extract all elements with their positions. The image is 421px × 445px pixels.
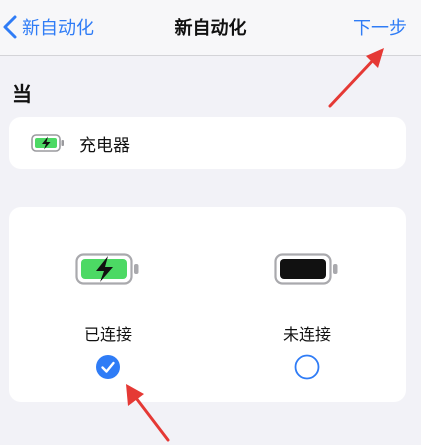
checkmark-circle-icon[interactable] xyxy=(95,354,121,380)
charger-state-options: 已连接 未连接 xyxy=(9,207,406,402)
full-battery-icon xyxy=(274,253,338,285)
trigger-label: 充电器 xyxy=(79,135,130,156)
option-connected[interactable]: 已连接 xyxy=(9,207,207,402)
option-label-disconnected: 未连接 xyxy=(282,325,331,344)
next-button[interactable]: 下一步 xyxy=(353,14,407,40)
trigger-row-charger[interactable]: 充电器 xyxy=(9,117,406,169)
navigation-bar: 新自动化 新自动化 下一步 xyxy=(0,0,421,56)
charging-battery-icon xyxy=(31,134,64,152)
charging-battery-icon xyxy=(75,253,139,285)
empty-circle-icon[interactable] xyxy=(294,354,320,380)
option-label-connected: 已连接 xyxy=(83,325,132,344)
option-disconnected[interactable]: 未连接 xyxy=(208,207,406,402)
section-label-when: 当 xyxy=(12,82,32,106)
